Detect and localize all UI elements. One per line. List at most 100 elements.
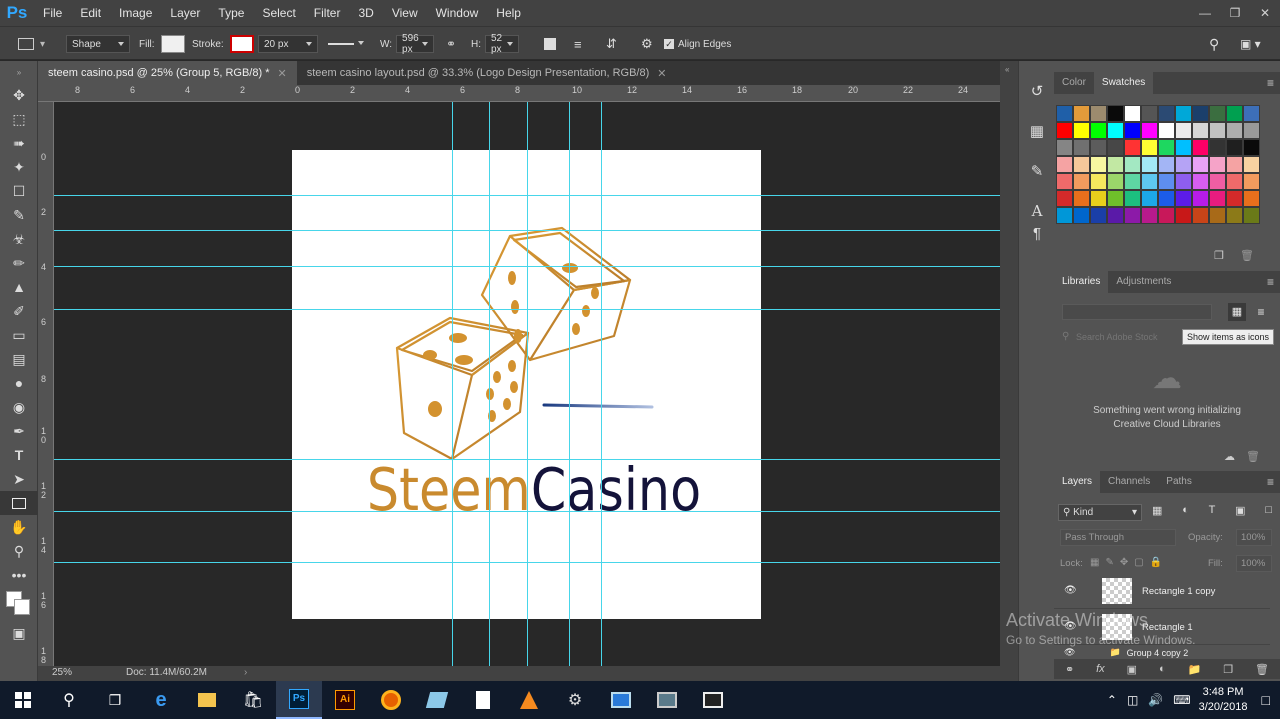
color-swatch[interactable] xyxy=(1056,156,1073,173)
color-swatch[interactable] xyxy=(1141,139,1158,156)
color-swatch[interactable] xyxy=(1158,122,1175,139)
color-swatch[interactable] xyxy=(1107,173,1124,190)
color-swatch[interactable] xyxy=(1243,190,1260,207)
new-group-icon[interactable]: 📁 xyxy=(1188,663,1202,676)
color-swatch[interactable] xyxy=(1175,156,1192,173)
windows-start-icon[interactable] xyxy=(0,681,46,719)
align-edges-checkbox[interactable]: ✓ xyxy=(664,39,674,49)
color-swatch[interactable] xyxy=(1209,156,1226,173)
path-operations-icon[interactable] xyxy=(544,27,556,61)
blend-mode-select[interactable]: Pass Through xyxy=(1060,529,1176,546)
menu-select[interactable]: Select xyxy=(253,0,304,26)
color-swatch[interactable] xyxy=(1141,190,1158,207)
link-layers-icon[interactable]: ⚭ xyxy=(1065,663,1074,676)
menu-window[interactable]: Window xyxy=(427,0,488,26)
tab-libraries[interactable]: Libraries xyxy=(1054,271,1109,293)
panel-menu-icon[interactable]: ≡ xyxy=(1267,275,1274,289)
mask-icon[interactable]: ▣ xyxy=(1127,663,1137,676)
brush-presets-icon[interactable]: ✎ xyxy=(1019,151,1055,191)
color-swatch[interactable] xyxy=(1158,173,1175,190)
layer-name[interactable]: Group 4 copy 2 xyxy=(1127,648,1189,658)
filter-kind-select[interactable]: ⚲ Kind ▾ xyxy=(1058,504,1142,521)
color-swatch[interactable] xyxy=(1192,105,1209,122)
link-icon[interactable]: ⚭ xyxy=(446,27,456,61)
eye-icon[interactable]: 👁 xyxy=(1064,585,1077,596)
fill-input[interactable]: 100% xyxy=(1236,555,1272,572)
color-swatch[interactable] xyxy=(1124,139,1141,156)
new-layer-icon[interactable]: ❐ xyxy=(1223,663,1233,676)
menu-layer[interactable]: Layer xyxy=(161,0,209,26)
color-swatch[interactable] xyxy=(1073,190,1090,207)
menu-view[interactable]: View xyxy=(383,0,427,26)
color-swatches[interactable] xyxy=(0,587,38,621)
tab-swatches[interactable]: Swatches xyxy=(1093,72,1154,94)
color-swatch[interactable] xyxy=(1124,207,1141,224)
panel-menu-icon[interactable]: ≡ xyxy=(1267,76,1274,90)
color-swatch[interactable] xyxy=(1192,207,1209,224)
edge-browser-icon[interactable]: e xyxy=(138,681,184,719)
color-swatch[interactable] xyxy=(1090,190,1107,207)
menu-filter[interactable]: Filter xyxy=(305,0,350,26)
restore-icon[interactable]: ❐ xyxy=(1220,0,1250,26)
tool-preset-icon[interactable]: ▾ xyxy=(18,27,45,61)
blur-tool-icon[interactable]: ● xyxy=(0,371,38,395)
tab-color[interactable]: Color xyxy=(1054,72,1094,94)
color-swatch[interactable] xyxy=(1209,207,1226,224)
layer-row[interactable]: 👁 Rectangle 1 copy xyxy=(1054,574,1270,609)
photoshop-taskbar-icon[interactable]: Ps xyxy=(276,681,322,719)
path-arrangement-icon[interactable]: ⇵ xyxy=(606,27,617,61)
menu-type[interactable]: Type xyxy=(209,0,253,26)
guide-vertical[interactable] xyxy=(527,102,528,666)
color-swatch[interactable] xyxy=(1192,173,1209,190)
libraries-search-input[interactable] xyxy=(1076,329,1176,345)
close-tab-icon[interactable]: ✕ xyxy=(657,67,666,80)
color-swatch[interactable] xyxy=(1107,122,1124,139)
clone-stamp-tool-icon[interactable]: ▲ xyxy=(0,275,38,299)
color-swatch[interactable] xyxy=(1226,190,1243,207)
chevron-up-icon[interactable]: ⌃ xyxy=(1107,693,1117,707)
hand-tool-icon[interactable]: ✋ xyxy=(0,515,38,539)
width-input[interactable]: 596 px xyxy=(396,33,435,55)
stroke-type-select[interactable] xyxy=(323,35,369,53)
healing-brush-tool-icon[interactable]: ☣ xyxy=(0,227,38,251)
color-swatch[interactable] xyxy=(1243,139,1260,156)
menu-help[interactable]: Help xyxy=(487,0,530,26)
workspace-icon[interactable]: ▣ ▾ xyxy=(1240,27,1261,61)
guide-vertical[interactable] xyxy=(569,102,570,666)
color-swatch[interactable] xyxy=(1226,173,1243,190)
guide-vertical[interactable] xyxy=(489,102,490,666)
guide-vertical[interactable] xyxy=(452,102,453,666)
quick-select-tool-icon[interactable]: ✦ xyxy=(0,155,38,179)
color-swatch[interactable] xyxy=(1226,105,1243,122)
color-swatch[interactable] xyxy=(1243,122,1260,139)
brush-tool-icon[interactable]: ✏ xyxy=(0,251,38,275)
color-swatch[interactable] xyxy=(1124,190,1141,207)
color-swatch[interactable] xyxy=(1073,207,1090,224)
color-swatch[interactable] xyxy=(1209,190,1226,207)
adjustment-layer-icon[interactable]: ◐ xyxy=(1159,663,1166,675)
color-swatch[interactable] xyxy=(1158,190,1175,207)
minimize-icon[interactable]: — xyxy=(1190,0,1220,26)
color-swatch[interactable] xyxy=(1073,105,1090,122)
color-swatch[interactable] xyxy=(1192,190,1209,207)
eye-icon[interactable]: 👁 xyxy=(1064,647,1075,658)
color-swatch[interactable] xyxy=(1073,122,1090,139)
color-swatch[interactable] xyxy=(1209,105,1226,122)
color-swatch[interactable] xyxy=(1107,190,1124,207)
height-input[interactable]: 52 px xyxy=(485,33,519,55)
fill-swatch[interactable] xyxy=(160,35,185,53)
app-icon[interactable] xyxy=(598,681,644,719)
color-swatch[interactable] xyxy=(1056,105,1073,122)
guide-vertical[interactable] xyxy=(601,102,602,666)
app-icon[interactable]: ⚙ xyxy=(552,681,598,719)
app-icon[interactable] xyxy=(414,681,460,719)
color-swatch[interactable] xyxy=(1124,122,1141,139)
app-icon[interactable] xyxy=(644,681,690,719)
color-swatch[interactable] xyxy=(1090,122,1107,139)
sync-icon[interactable]: ☁ xyxy=(1224,450,1235,463)
color-swatch[interactable] xyxy=(1175,105,1192,122)
color-swatch[interactable] xyxy=(1141,122,1158,139)
tab-adjustments[interactable]: Adjustments xyxy=(1108,271,1179,293)
store-icon[interactable]: 🛍 xyxy=(230,681,276,719)
menu-3d[interactable]: 3D xyxy=(349,0,382,26)
